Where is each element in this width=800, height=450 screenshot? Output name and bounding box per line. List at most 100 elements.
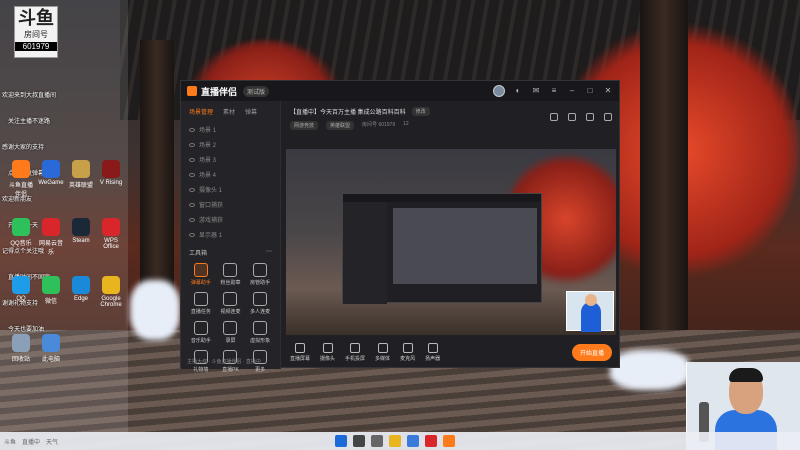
bell-icon[interactable] bbox=[604, 113, 612, 121]
taskbar-pinned-apps bbox=[335, 435, 455, 447]
room-number: 601979 bbox=[15, 42, 57, 51]
app-icon bbox=[12, 276, 30, 294]
desktop-shortcut[interactable]: Steam bbox=[68, 218, 94, 244]
tool-button[interactable]: 虚拟形象 bbox=[246, 321, 274, 344]
scene-label: 场景 4 bbox=[199, 173, 217, 179]
source-icon bbox=[377, 342, 388, 353]
source-button[interactable]: 手机投屏 bbox=[345, 342, 365, 362]
tab-danmaku[interactable]: 弹幕 bbox=[245, 107, 257, 116]
tool-button[interactable]: 房管助手 bbox=[246, 263, 274, 286]
chrome-icon[interactable] bbox=[425, 435, 437, 447]
app-left-panel: 场景管理 素材 弹幕 场景 1 场景 2 场景 3 场景 4 摄像头 1 窗口捕获 游戏捕获… bbox=[181, 101, 281, 373]
camera-source-preview[interactable] bbox=[566, 291, 614, 332]
desktop-shortcut[interactable]: 斗鱼直播伴侣 bbox=[8, 160, 34, 198]
stream-preview[interactable] bbox=[286, 149, 616, 335]
desktop-shortcut[interactable]: 回收站 bbox=[8, 334, 34, 363]
mail-icon[interactable]: ✉ bbox=[531, 86, 541, 96]
tool-button[interactable]: 多人连麦 bbox=[246, 292, 274, 315]
chart-icon[interactable] bbox=[586, 113, 594, 121]
tab-assets[interactable]: 素材 bbox=[223, 107, 235, 116]
desktop-shortcut[interactable]: Google Chrome bbox=[98, 276, 124, 308]
taskbar-left-items: 斗鱼 直播中 天气 bbox=[4, 437, 58, 446]
search-icon[interactable] bbox=[353, 435, 365, 447]
source-button[interactable]: 扬声器 bbox=[425, 342, 440, 362]
desktop-shortcut[interactable]: QQ音乐 bbox=[8, 218, 34, 247]
desktop-shortcut[interactable]: WPS Office bbox=[98, 218, 124, 250]
scene-item[interactable]: 场景 3 bbox=[181, 152, 280, 167]
wallpaper-snow bbox=[610, 350, 690, 390]
desktop-shortcut[interactable]: 英雄联盟 bbox=[68, 160, 94, 189]
scene-item[interactable]: 显示器 1 bbox=[181, 227, 280, 242]
source-button[interactable]: 多媒体 bbox=[375, 342, 391, 362]
app-icon bbox=[42, 218, 60, 236]
scene-item[interactable]: 场景 1 bbox=[181, 122, 280, 137]
desktop-shortcut[interactable]: WeGame bbox=[38, 160, 64, 186]
desktop-shortcut[interactable]: 网易云音乐 bbox=[38, 218, 64, 256]
source-label: 多媒体 bbox=[375, 355, 391, 362]
minimize-icon[interactable]: – bbox=[567, 86, 577, 96]
menu-icon[interactable]: ≡ bbox=[549, 86, 559, 96]
eye-icon[interactable] bbox=[189, 172, 195, 177]
eye-icon[interactable] bbox=[189, 127, 195, 132]
source-button[interactable]: 直播屏幕 bbox=[290, 342, 310, 362]
subcategory-badge[interactable]: 英雄联盟 bbox=[326, 121, 355, 130]
desktop-shortcut[interactable]: QQ bbox=[8, 276, 34, 302]
share-icon[interactable] bbox=[568, 113, 576, 121]
eye-icon[interactable] bbox=[189, 142, 195, 147]
eye-icon[interactable] bbox=[189, 202, 195, 207]
start-live-button[interactable]: 开始直播 bbox=[571, 343, 612, 361]
eye-icon[interactable] bbox=[189, 187, 195, 192]
scene-item[interactable]: 窗口捕获 bbox=[181, 197, 280, 212]
douyu-room-tag: 斗鱼 房间号 601979 bbox=[14, 6, 58, 58]
desktop-shortcut[interactable]: 此电脑 bbox=[38, 334, 64, 363]
scene-item[interactable]: 摄像头 1 bbox=[181, 182, 280, 197]
tool-label: 更多 bbox=[255, 367, 266, 373]
douyu-icon[interactable] bbox=[443, 435, 455, 447]
eye-icon[interactable] bbox=[189, 217, 195, 222]
scene-item[interactable]: 场景 4 bbox=[181, 167, 280, 182]
windows-start-icon[interactable] bbox=[335, 435, 347, 447]
task-view-icon[interactable] bbox=[371, 435, 383, 447]
tool-button[interactable]: 音乐助手 bbox=[187, 321, 215, 344]
tool-label: 礼物墙 bbox=[193, 367, 209, 373]
tool-button[interactable]: 粉丝勋章 bbox=[217, 263, 245, 286]
scene-item[interactable]: 游戏捕获 bbox=[181, 212, 280, 227]
skin-icon[interactable]: ◐ bbox=[513, 86, 523, 96]
gift-icon[interactable] bbox=[550, 113, 558, 121]
taskbar-left-item[interactable]: 天气 bbox=[46, 437, 58, 446]
close-icon[interactable]: ✕ bbox=[603, 86, 613, 96]
avatar[interactable] bbox=[493, 85, 505, 97]
taskbar-left-item[interactable]: 斗鱼 bbox=[4, 437, 16, 446]
file-explorer-icon[interactable] bbox=[389, 435, 401, 447]
more-icon[interactable]: ⋯ bbox=[266, 248, 272, 257]
desktop-shortcut[interactable]: V Rising bbox=[98, 160, 124, 186]
shortcut-label: 微信 bbox=[44, 299, 57, 305]
tool-icon bbox=[253, 292, 268, 306]
tool-button[interactable]: 直播任务 bbox=[187, 292, 215, 315]
overlay-text-line: 今天也要加油 bbox=[8, 327, 45, 333]
source-toolbar: 直播屏幕 摄像头 手机投屏 多媒体 麦克风 扬声器 开始直播 bbox=[282, 335, 620, 369]
desktop-shortcut[interactable]: Edge bbox=[68, 276, 94, 302]
scene-item[interactable]: 场景 2 bbox=[181, 137, 280, 152]
eye-icon[interactable] bbox=[189, 232, 195, 237]
left-tabs: 场景管理 素材 弹幕 bbox=[181, 101, 280, 122]
edit-room-button[interactable]: 修改 bbox=[411, 106, 430, 116]
tool-button[interactable]: 录屏 bbox=[217, 321, 245, 344]
tool-button[interactable]: 视频连麦 bbox=[217, 292, 245, 315]
tab-scenes[interactable]: 场景管理 bbox=[189, 107, 213, 116]
store-icon[interactable] bbox=[407, 435, 419, 447]
maximize-icon[interactable]: □ bbox=[585, 86, 595, 96]
tool-button[interactable]: 弹幕助手 bbox=[187, 263, 215, 286]
room-label: 房间号 bbox=[24, 30, 48, 39]
taskbar-left-item[interactable]: 直播中 bbox=[22, 437, 40, 446]
desktop-shortcut[interactable]: 微信 bbox=[38, 276, 64, 305]
source-button[interactable]: 麦克风 bbox=[400, 342, 415, 362]
source-button[interactable]: 摄像头 bbox=[320, 342, 336, 362]
category-badge[interactable]: 网游竞技 bbox=[290, 121, 319, 130]
eye-icon[interactable] bbox=[189, 157, 195, 162]
source-label: 摄像头 bbox=[320, 355, 336, 362]
nested-left-panel bbox=[343, 202, 387, 304]
overlay-text-line: 感谢大家的支持 bbox=[2, 145, 45, 151]
app-icon bbox=[42, 276, 60, 294]
app-icon bbox=[12, 218, 30, 236]
